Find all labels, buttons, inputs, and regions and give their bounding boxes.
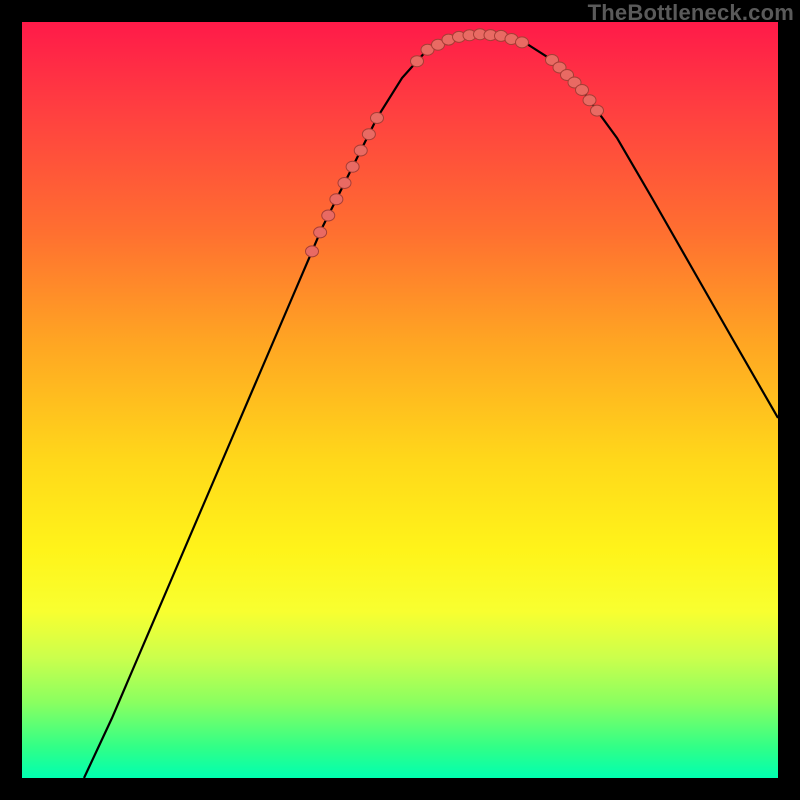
chart-svg <box>22 22 778 778</box>
data-point <box>322 210 335 221</box>
watermark-text: TheBottleneck.com <box>588 0 794 26</box>
data-point <box>354 145 367 156</box>
data-point <box>314 227 327 238</box>
data-point <box>411 56 424 67</box>
data-point <box>346 161 359 172</box>
data-point <box>591 105 604 116</box>
data-point <box>371 113 384 124</box>
chart-plot-area <box>22 22 778 778</box>
data-point <box>330 194 343 205</box>
data-point <box>516 37 529 48</box>
data-point <box>306 246 319 257</box>
data-point <box>338 178 351 189</box>
bottleneck-curve <box>84 34 778 778</box>
data-point <box>362 129 375 140</box>
data-point-markers <box>306 29 604 257</box>
data-point <box>576 85 589 96</box>
data-point <box>583 95 596 106</box>
